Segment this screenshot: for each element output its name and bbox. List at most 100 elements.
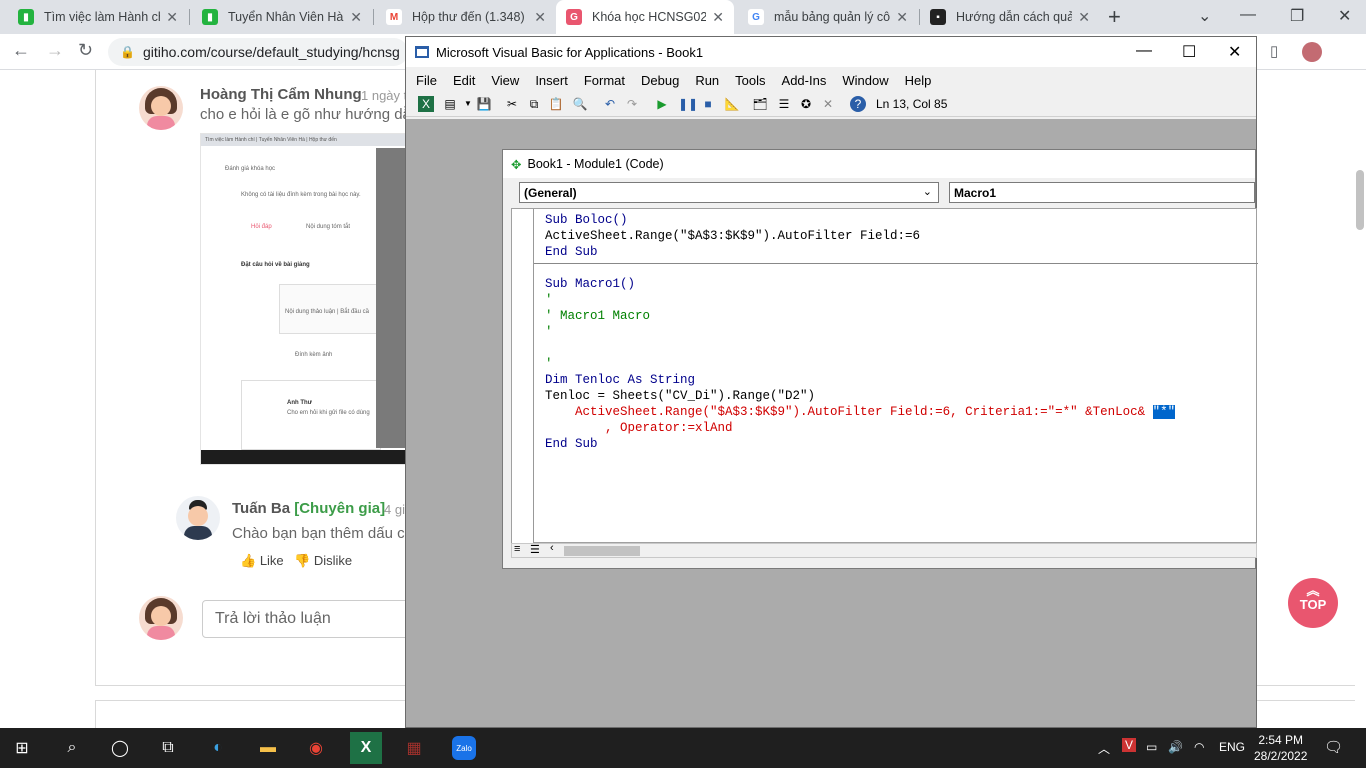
- new-tab-button[interactable]: +: [1108, 4, 1121, 30]
- browser-tab-5[interactable]: G mẫu bảng quản lý côr ✕: [738, 0, 918, 34]
- menu-tools[interactable]: Tools: [735, 73, 765, 88]
- menu-debug[interactable]: Debug: [641, 73, 679, 88]
- close-icon[interactable]: ✕: [534, 9, 546, 26]
- cortana-icon[interactable]: ◯: [108, 736, 132, 760]
- search-icon[interactable]: ⌕: [60, 736, 84, 760]
- menu-edit[interactable]: Edit: [453, 73, 475, 88]
- toolbox-icon[interactable]: ✕: [820, 96, 836, 112]
- properties-icon[interactable]: ☰: [776, 96, 792, 112]
- menu-format[interactable]: Format: [584, 73, 625, 88]
- procedure-combo[interactable]: Macro1: [949, 182, 1255, 203]
- chrome-icon[interactable]: ◉: [304, 736, 328, 760]
- tab-search-icon[interactable]: ⌄: [1198, 6, 1211, 26]
- paste-icon[interactable]: 📋: [548, 96, 564, 112]
- browser-tab-2[interactable]: ▮ Tuyển Nhân Viên Hành ✕: [192, 0, 372, 34]
- save-icon[interactable]: 💾: [476, 96, 492, 112]
- full-module-view-icon[interactable]: ☰: [530, 543, 540, 556]
- object-combo[interactable]: (General) ⌄: [519, 182, 939, 203]
- stop-icon[interactable]: ■: [700, 96, 716, 112]
- chevron-up-icon: ︽: [1306, 583, 1320, 598]
- close-icon[interactable]: ✕: [350, 9, 362, 26]
- vba-workspace: ✥ Book1 - Module1 (Code) (General) ⌄ Mac…: [406, 119, 1258, 727]
- clock[interactable]: 2:54 PM 28/2/2022: [1254, 732, 1307, 764]
- menu-addins[interactable]: Add-Ins: [782, 73, 827, 88]
- excel-view-icon[interactable]: X: [418, 96, 434, 112]
- forward-icon[interactable]: →: [46, 40, 64, 61]
- find-icon[interactable]: 🔍: [572, 96, 588, 112]
- dropdown-arrow-icon[interactable]: ▼: [460, 96, 476, 112]
- close-icon[interactable]: ✕: [712, 9, 724, 26]
- dislike-button[interactable]: 👎 Dislike: [294, 553, 352, 569]
- help-icon[interactable]: ?: [850, 96, 866, 112]
- page-scrollbar[interactable]: [1356, 170, 1364, 230]
- scroll-to-top-button[interactable]: ︽ TOP: [1288, 578, 1338, 628]
- menu-view[interactable]: View: [491, 73, 519, 88]
- browser-tab-4[interactable]: G Khóa học HCNSG02- / ✕: [556, 0, 734, 34]
- menu-window[interactable]: Window: [842, 73, 888, 88]
- thumbs-down-icon: 👎: [294, 553, 311, 568]
- selected-text: "*": [1152, 405, 1176, 419]
- code-editor[interactable]: Sub Boloc() ActiveSheet.Range("$A$3:$K$9…: [511, 208, 1258, 544]
- maximize-icon[interactable]: ☐: [1182, 42, 1196, 62]
- battery-icon[interactable]: ▭: [1146, 740, 1157, 754]
- commenter-name: Hoàng Thị Cẩm Nhung: [200, 86, 362, 103]
- expert-name: Tuấn Ba [Chuyên gia]: [232, 500, 386, 517]
- edge-icon[interactable]: ◐: [206, 736, 230, 760]
- profile-avatar[interactable]: [1302, 42, 1322, 62]
- google-icon: G: [748, 9, 764, 25]
- reply-input[interactable]: Trả lời thảo luận: [202, 600, 412, 638]
- close-icon[interactable]: ✕: [1078, 9, 1090, 26]
- insert-module-icon[interactable]: ▤: [442, 96, 458, 112]
- excel-icon[interactable]: X: [350, 732, 382, 764]
- close-icon[interactable]: ✕: [1228, 42, 1241, 62]
- minimize-icon[interactable]: —: [1136, 42, 1152, 60]
- language-indicator[interactable]: ENG: [1219, 740, 1245, 754]
- reload-icon[interactable]: ↻: [78, 40, 93, 61]
- pause-icon[interactable]: ❚❚: [678, 96, 698, 112]
- chevron-up-icon[interactable]: ︿: [1098, 740, 1110, 757]
- side-panel-icon[interactable]: ▯: [1270, 42, 1278, 60]
- menu-insert[interactable]: Insert: [535, 73, 568, 88]
- copy-icon[interactable]: ⧉: [526, 96, 542, 112]
- menu-help[interactable]: Help: [905, 73, 932, 88]
- design-mode-icon[interactable]: 📐: [724, 96, 740, 112]
- menu-file[interactable]: File: [416, 73, 437, 88]
- volume-icon[interactable]: 🔊: [1168, 740, 1183, 754]
- horizontal-scrollbar[interactable]: ≡ ☰ ‹: [511, 542, 1257, 558]
- expert-avatar: [176, 496, 220, 540]
- address-bar[interactable]: 🔒 gitiho.com/course/default_studying/hcn…: [108, 38, 408, 66]
- module-icon: ✥: [511, 157, 522, 172]
- antivirus-icon[interactable]: V: [1122, 738, 1137, 752]
- notifications-icon[interactable]: 🗨: [1324, 738, 1343, 756]
- wifi-icon[interactable]: ◠: [1194, 740, 1204, 754]
- cut-icon[interactable]: ✂: [504, 96, 520, 112]
- back-icon[interactable]: ←: [12, 40, 30, 61]
- menu-run[interactable]: Run: [695, 73, 719, 88]
- close-window-icon[interactable]: ✕: [1338, 6, 1351, 26]
- attached-screenshot[interactable]: Tìm việc làm Hành chí | Tuyển Nhân Viên …: [200, 133, 410, 465]
- maximize-icon[interactable]: ❐: [1290, 6, 1304, 26]
- winrar-icon[interactable]: ▦: [402, 736, 426, 760]
- like-button[interactable]: 👍 Like: [240, 553, 284, 569]
- windows-start-icon[interactable]: ⊞: [10, 736, 34, 760]
- minimize-icon[interactable]: —: [1240, 6, 1256, 24]
- browser-tab-1[interactable]: ▮ Tìm việc làm Hành chí ✕: [8, 0, 188, 34]
- browser-tab-6[interactable]: ▪ Hướng dẫn cách quản ✕: [920, 0, 1100, 34]
- file-explorer-icon[interactable]: ▬: [256, 736, 280, 760]
- scroll-left-icon[interactable]: ‹: [550, 542, 554, 554]
- zalo-icon[interactable]: Zalo: [452, 736, 476, 760]
- redo-icon[interactable]: ↷: [624, 96, 640, 112]
- close-icon[interactable]: ✕: [896, 9, 908, 26]
- project-explorer-icon[interactable]: 🗂: [752, 96, 768, 112]
- procedure-view-icon[interactable]: ≡: [514, 543, 520, 555]
- lock-icon: 🔒: [120, 45, 135, 59]
- browser-tab-3[interactable]: M Hộp thư đến (1.348) - ✕: [376, 0, 556, 34]
- code-window-title: ✥ Book1 - Module1 (Code): [503, 150, 1255, 178]
- task-view-icon[interactable]: ⧉: [156, 736, 180, 760]
- comment-text: Chào bạn bạn thêm dấu cc: [232, 525, 405, 542]
- object-browser-icon[interactable]: ✪: [798, 96, 814, 112]
- vba-menu-bar: File Edit View Insert Format Debug Run T…: [406, 67, 1256, 93]
- run-icon[interactable]: ▶: [654, 96, 670, 112]
- close-icon[interactable]: ✕: [166, 9, 178, 26]
- undo-icon[interactable]: ↶: [602, 96, 618, 112]
